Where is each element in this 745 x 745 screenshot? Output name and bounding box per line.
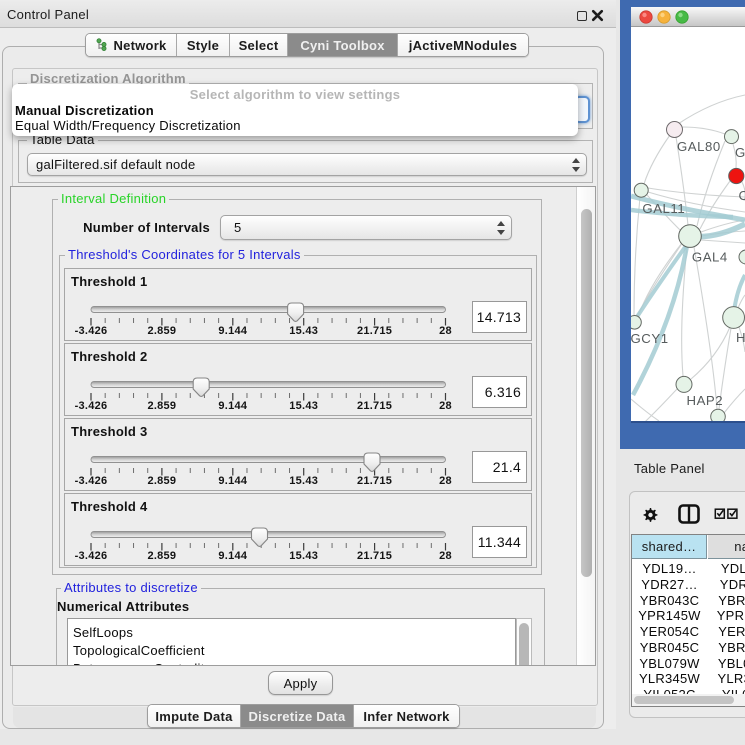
svg-text:-3.426: -3.426 [75, 325, 108, 337]
svg-text:-3.426: -3.426 [75, 550, 108, 562]
svg-text:GCY1: GCY1 [631, 331, 669, 346]
svg-text:2.859: 2.859 [148, 400, 177, 412]
svg-text:9.144: 9.144 [218, 475, 247, 487]
svg-text:15.43: 15.43 [289, 325, 318, 337]
svg-text:GAL11: GAL11 [642, 201, 685, 216]
svg-text:28: 28 [439, 475, 452, 487]
svg-text:15.43: 15.43 [289, 400, 318, 412]
svg-text:15.43: 15.43 [289, 550, 318, 562]
svg-text:HAP2: HAP2 [687, 393, 724, 408]
svg-text:2.859: 2.859 [148, 325, 177, 337]
svg-text:CY: CY [739, 188, 745, 203]
svg-text:-3.426: -3.426 [75, 475, 108, 487]
svg-text:28: 28 [439, 325, 452, 337]
svg-text:21.715: 21.715 [357, 550, 392, 562]
svg-text:2.859: 2.859 [148, 475, 177, 487]
svg-text:HI: HI [736, 330, 745, 345]
svg-text:2.859: 2.859 [148, 550, 177, 562]
svg-text:21.715: 21.715 [357, 475, 392, 487]
svg-text:GA: GA [735, 145, 745, 160]
svg-text:9.144: 9.144 [218, 550, 247, 562]
svg-text:28: 28 [439, 400, 452, 412]
svg-text:GAL80: GAL80 [677, 139, 721, 154]
svg-text:9.144: 9.144 [218, 325, 247, 337]
svg-text:GAL4: GAL4 [692, 250, 728, 265]
svg-text:28: 28 [439, 550, 452, 562]
svg-text:-3.426: -3.426 [75, 400, 108, 412]
svg-text:21.715: 21.715 [357, 400, 392, 412]
svg-text:9.144: 9.144 [218, 400, 247, 412]
svg-text:15.43: 15.43 [289, 475, 318, 487]
svg-text:21.715: 21.715 [357, 325, 392, 337]
